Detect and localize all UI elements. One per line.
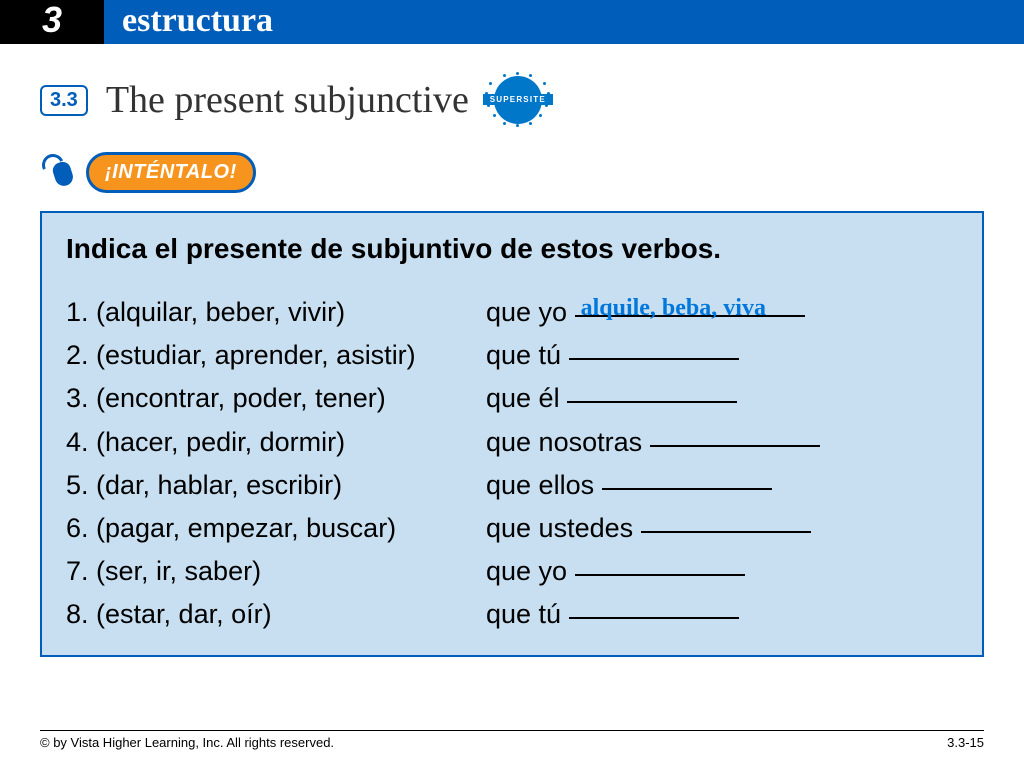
prompt-text: que tú xyxy=(486,340,569,370)
exercise-box: Indica el presente de subjuntivo de esto… xyxy=(40,211,984,657)
exercise-item: 5. (dar, hablar, escribir)que ellos xyxy=(66,464,958,507)
exercise-instruction: Indica el presente de subjuntivo de esto… xyxy=(66,233,958,265)
answer-blank[interactable] xyxy=(575,549,745,576)
answer-blank[interactable] xyxy=(569,592,739,619)
copyright-text: © by Vista Higher Learning, Inc. All rig… xyxy=(40,735,334,750)
item-verbs: 4. (hacer, pedir, dormir) xyxy=(66,421,486,464)
item-verbs: 5. (dar, hablar, escribir) xyxy=(66,464,486,507)
answer-blank[interactable] xyxy=(567,376,737,403)
item-prompt: que ellos xyxy=(486,464,772,507)
prompt-text: que tú xyxy=(486,599,569,629)
exercise-item: 3. (encontrar, poder, tener)que él xyxy=(66,377,958,420)
item-prompt: que yo alquile, beba, viva xyxy=(486,291,805,334)
supersite-icon: SUPERSITE xyxy=(483,72,553,128)
mouse-icon xyxy=(44,156,78,190)
try-it-row: ¡INTÉNTALO! xyxy=(44,152,1024,193)
prompt-text: que ustedes xyxy=(486,513,641,543)
section-title: The present subjunctive xyxy=(106,78,469,122)
section-number-badge: 3.3 xyxy=(40,85,88,116)
item-prompt: que ustedes xyxy=(486,507,811,550)
header-title: estructura xyxy=(104,0,1024,44)
answer-blank[interactable] xyxy=(569,333,739,360)
page-number: 3.3-15 xyxy=(947,735,984,750)
item-prompt: que él xyxy=(486,377,737,420)
try-it-badge: ¡INTÉNTALO! xyxy=(86,152,256,193)
item-verbs: 7. (ser, ir, saber) xyxy=(66,550,486,593)
prompt-text: que él xyxy=(486,383,567,413)
item-prompt: que nosotras xyxy=(486,421,820,464)
exercise-item: 4. (hacer, pedir, dormir)que nosotras xyxy=(66,421,958,464)
exercise-items: 1. (alquilar, beber, vivir)que yo alquil… xyxy=(66,291,958,637)
footer: © by Vista Higher Learning, Inc. All rig… xyxy=(40,730,984,750)
answer-blank[interactable] xyxy=(641,506,811,533)
item-prompt: que tú xyxy=(486,593,739,636)
item-prompt: que yo xyxy=(486,550,745,593)
prompt-text: que yo xyxy=(486,297,575,327)
exercise-item: 2. (estudiar, aprender, asistir)que tú xyxy=(66,334,958,377)
supersite-label: SUPERSITE xyxy=(483,94,553,105)
item-verbs: 6. (pagar, empezar, buscar) xyxy=(66,507,486,550)
filled-answer: alquile, beba, viva xyxy=(581,289,766,327)
header-bar: 3 estructura xyxy=(0,0,1024,44)
item-verbs: 8. (estar, dar, oír) xyxy=(66,593,486,636)
item-verbs: 2. (estudiar, aprender, asistir) xyxy=(66,334,486,377)
prompt-text: que nosotras xyxy=(486,427,650,457)
item-prompt: que tú xyxy=(486,334,739,377)
prompt-text: que ellos xyxy=(486,470,602,500)
chapter-number: 3 xyxy=(0,0,104,44)
exercise-item: 8. (estar, dar, oír)que tú xyxy=(66,593,958,636)
exercise-item: 1. (alquilar, beber, vivir)que yo alquil… xyxy=(66,291,958,334)
answer-blank[interactable] xyxy=(602,463,772,490)
item-verbs: 1. (alquilar, beber, vivir) xyxy=(66,291,486,334)
prompt-text: que yo xyxy=(486,556,575,586)
item-verbs: 3. (encontrar, poder, tener) xyxy=(66,377,486,420)
section-row: 3.3 The present subjunctive SUPERSITE xyxy=(40,72,1024,128)
answer-blank[interactable] xyxy=(650,420,820,447)
exercise-item: 6. (pagar, empezar, buscar)que ustedes xyxy=(66,507,958,550)
exercise-item: 7. (ser, ir, saber)que yo xyxy=(66,550,958,593)
